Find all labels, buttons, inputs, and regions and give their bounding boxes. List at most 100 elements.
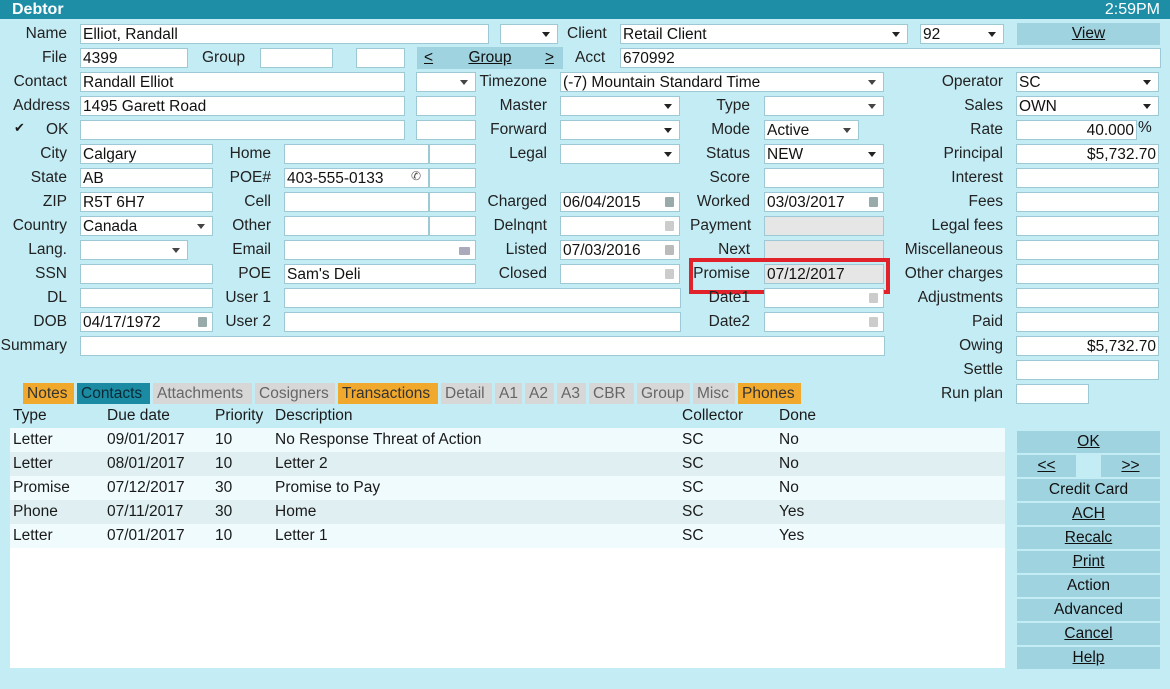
dob-field[interactable]: 04/17/1972 <box>80 312 213 332</box>
calendar-icon[interactable] <box>869 293 878 303</box>
legal-fees-field[interactable] <box>1016 216 1159 236</box>
poe-number-field[interactable]: 403-555-0133 <box>284 168 429 188</box>
col-collector-header[interactable]: Collector <box>682 404 743 428</box>
ok-checkbox[interactable]: ✔ <box>14 121 25 134</box>
timezone-dropdown[interactable]: (-7) Mountain Standard Time <box>560 72 884 92</box>
other-charges-field[interactable] <box>1016 264 1159 284</box>
group-next-button[interactable]: > <box>545 47 554 69</box>
tab-detail[interactable]: Detail <box>441 383 492 404</box>
group-field[interactable] <box>260 48 333 68</box>
tab-a3[interactable]: A3 <box>557 383 586 404</box>
other-phone-field[interactable] <box>284 216 429 236</box>
master-dropdown[interactable] <box>560 96 680 116</box>
tab-contacts[interactable]: Contacts <box>77 383 150 404</box>
ok-field[interactable] <box>80 120 405 140</box>
tab-notes[interactable]: Notes <box>23 383 74 404</box>
contact-field[interactable]: Randall Elliot <box>80 72 405 92</box>
client-number-dropdown[interactable]: 92 <box>920 24 1004 44</box>
acct-field[interactable]: 670992 <box>620 48 1161 68</box>
mode-dropdown[interactable]: Active <box>764 120 859 140</box>
score-field[interactable] <box>764 168 884 188</box>
ach-button[interactable]: ACH <box>1017 503 1160 525</box>
home-ext-field[interactable] <box>429 144 476 164</box>
delnqnt-date-field[interactable] <box>560 216 680 236</box>
contact-dropdown[interactable] <box>416 72 476 92</box>
status-dropdown[interactable]: NEW <box>764 144 884 164</box>
adjustments-field[interactable] <box>1016 288 1159 308</box>
calendar-icon[interactable] <box>198 317 207 327</box>
closed-date-field[interactable] <box>560 264 680 284</box>
ssn-field[interactable] <box>80 264 213 284</box>
print-button[interactable]: Print <box>1017 551 1160 573</box>
sales-dropdown[interactable]: OWN <box>1016 96 1159 116</box>
email-field[interactable] <box>284 240 476 260</box>
next-record-button[interactable]: >> <box>1101 455 1160 477</box>
mail-icon[interactable] <box>459 247 470 255</box>
phone-icon[interactable]: ✆ <box>411 169 421 183</box>
action-button[interactable]: Action <box>1017 575 1160 597</box>
interest-field[interactable] <box>1016 168 1159 188</box>
tab-attachments[interactable]: Attachments <box>153 383 252 404</box>
group-code-field[interactable] <box>356 48 405 68</box>
rate-field[interactable]: 40.000 <box>1016 120 1137 140</box>
address-extra-field[interactable] <box>416 96 476 116</box>
charged-date-field[interactable]: 06/04/2015 <box>560 192 680 212</box>
poe-field[interactable]: Sam's Deli <box>284 264 476 284</box>
other-ext-field[interactable] <box>429 216 476 236</box>
tab-group[interactable]: Group <box>637 383 690 404</box>
settle-field[interactable] <box>1016 360 1159 380</box>
lang-dropdown[interactable] <box>80 240 188 260</box>
previous-record-button[interactable]: << <box>1017 455 1076 477</box>
calendar-icon[interactable] <box>665 269 674 279</box>
table-row[interactable]: Letter 09/01/2017 10 No Response Threat … <box>10 428 1005 452</box>
name-suffix-dropdown[interactable] <box>500 24 558 44</box>
worked-date-field[interactable]: 03/03/2017 <box>764 192 884 212</box>
file-field[interactable]: 4399 <box>80 48 188 68</box>
col-done-header[interactable]: Done <box>779 404 816 428</box>
cancel-button[interactable]: Cancel <box>1017 623 1160 645</box>
tab-transactions[interactable]: Transactions <box>338 383 438 404</box>
state-field[interactable]: AB <box>80 168 213 188</box>
date2-field[interactable] <box>764 312 884 332</box>
tab-phones[interactable]: Phones <box>738 383 801 404</box>
home-phone-field[interactable] <box>284 144 429 164</box>
summary-field[interactable] <box>80 336 885 356</box>
type-dropdown[interactable] <box>764 96 884 116</box>
credit-card-button[interactable]: Credit Card <box>1017 479 1160 501</box>
fees-field[interactable] <box>1016 192 1159 212</box>
calendar-icon[interactable] <box>869 197 878 207</box>
tab-cbr[interactable]: CBR <box>589 383 634 404</box>
paid-field[interactable] <box>1016 312 1159 332</box>
table-row[interactable]: Phone 07/11/2017 30 Home SC Yes <box>10 500 1005 524</box>
calendar-icon[interactable] <box>665 245 674 255</box>
user2-field[interactable] <box>284 312 681 332</box>
contacts-grid[interactable]: Type Due date Priority Description Colle… <box>10 404 1005 668</box>
help-button[interactable]: Help <box>1017 647 1160 669</box>
operator-dropdown[interactable]: SC <box>1016 72 1159 92</box>
tab-a1[interactable]: A1 <box>495 383 522 404</box>
address-field[interactable]: 1495 Garett Road <box>80 96 405 116</box>
table-row[interactable]: Letter 07/01/2017 10 Letter 1 SC Yes <box>10 524 1005 548</box>
view-button[interactable]: View <box>1017 23 1160 45</box>
table-row[interactable]: Letter 08/01/2017 10 Letter 2 SC No <box>10 452 1005 476</box>
col-description-header[interactable]: Description <box>275 404 353 428</box>
calendar-icon[interactable] <box>869 317 878 327</box>
calendar-icon[interactable] <box>665 197 674 207</box>
name-field[interactable]: Elliot, Randall <box>80 24 489 44</box>
poe-ext-field[interactable] <box>429 168 476 188</box>
col-priority-header[interactable]: Priority <box>215 404 263 428</box>
tab-cosigners[interactable]: Cosigners <box>255 383 335 404</box>
ok-button[interactable]: OK <box>1017 431 1160 453</box>
listed-date-field[interactable]: 07/03/2016 <box>560 240 680 260</box>
dl-field[interactable] <box>80 288 213 308</box>
group-prev-button[interactable]: < <box>424 47 433 69</box>
advanced-button[interactable]: Advanced <box>1017 599 1160 621</box>
miscellaneous-field[interactable] <box>1016 240 1159 260</box>
group-button[interactable]: Group <box>468 49 511 66</box>
principal-field[interactable]: $5,732.70 <box>1016 144 1159 164</box>
forward-dropdown[interactable] <box>560 120 680 140</box>
run-plan-field[interactable] <box>1016 384 1089 404</box>
tab-misc[interactable]: Misc <box>693 383 735 404</box>
zip-field[interactable]: R5T 6H7 <box>80 192 213 212</box>
legal-dropdown[interactable] <box>560 144 680 164</box>
